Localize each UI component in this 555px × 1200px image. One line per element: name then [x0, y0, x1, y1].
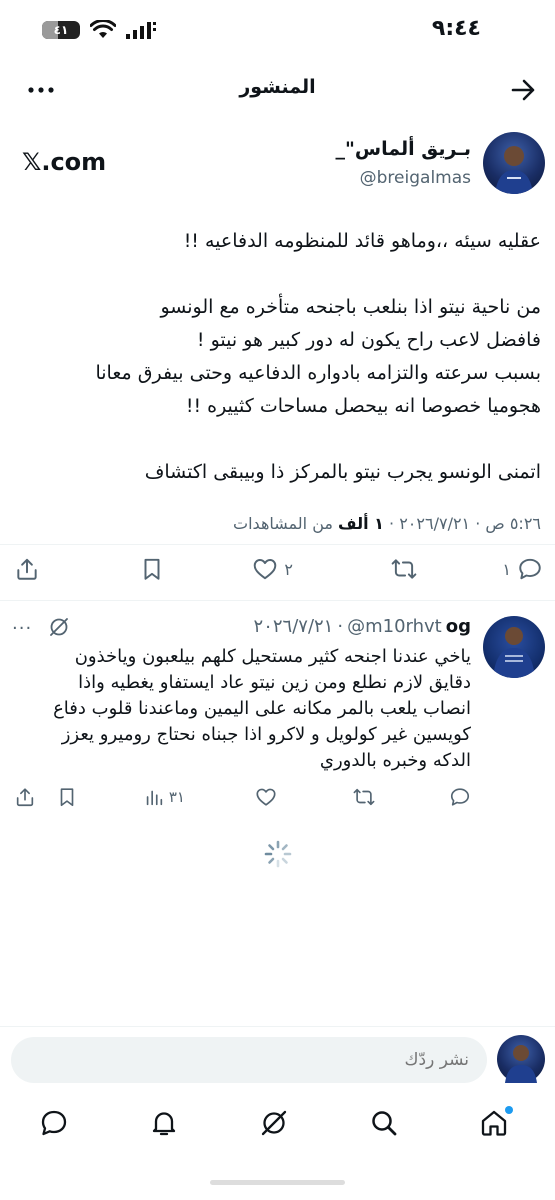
reply-bookmark-button[interactable]	[56, 786, 78, 808]
reply-line: انصاب يلعب بالمر مكانه على اليمين وماعند…	[53, 698, 471, 719]
reply-tweet[interactable]: ٢٠٢٦/٧/٢١ · @m10rhvt og ··· ياخي عندنا ا…	[0, 604, 555, 814]
bell-icon	[152, 1112, 176, 1136]
search-icon	[372, 1111, 397, 1136]
comment-icon	[450, 788, 470, 806]
nav-notifications[interactable]	[149, 1108, 183, 1142]
arrow-right-icon[interactable]	[509, 76, 537, 104]
divider	[0, 600, 555, 601]
message-icon	[41, 1110, 67, 1136]
reply-like-button[interactable]	[255, 786, 277, 808]
reply-input[interactable]	[11, 1037, 487, 1083]
reply-button[interactable]: ١	[502, 556, 543, 582]
tweet-line: اتمنى الونسو يجرب نيتو بالمركز ذا وبيبقى…	[144, 461, 541, 483]
like-button[interactable]: ٢	[252, 556, 293, 582]
source-link[interactable]: 𝕏.com	[22, 148, 106, 176]
tweet-line: من ناحية نيتو اذا بنلعب باجنحه متأخره مع…	[160, 296, 541, 318]
reply-views-button[interactable]: ٣١	[143, 786, 185, 808]
battery-icon: ٤١	[42, 21, 80, 39]
status-icons: ٤١	[42, 20, 156, 40]
reply-body: ياخي عندنا اجنحه كثير مستحيل كلهم بيلعبو…	[11, 644, 471, 774]
author-handle[interactable]: @breigalmas	[360, 168, 471, 188]
reply-actions: ٣١	[0, 786, 555, 814]
share-button[interactable]	[14, 556, 40, 582]
reply-reply-button[interactable]	[449, 786, 471, 808]
top-header: المنشور	[0, 62, 555, 118]
nav-messages[interactable]	[39, 1108, 73, 1142]
bookmark-icon	[60, 788, 74, 807]
grok-icon	[261, 1110, 287, 1136]
nav-home[interactable]	[479, 1106, 513, 1142]
author-name[interactable]: بـريق ألماس"_	[336, 138, 471, 160]
reply-share-button[interactable]	[14, 786, 36, 808]
avatar[interactable]	[483, 132, 545, 194]
share-icon	[16, 788, 34, 807]
signal-icon	[126, 22, 156, 39]
repost-icon	[391, 559, 417, 579]
reply-line: دقايق لازم نطلع ومن زين نيتو عاد ايستفاو…	[78, 672, 471, 693]
views-label: من المشاهدات	[233, 514, 333, 533]
nav-grok[interactable]	[259, 1108, 293, 1142]
reply-handle[interactable]: @m10rhvt	[347, 616, 442, 637]
status-bar: ٩:٤٤ ٤١	[0, 0, 555, 62]
avatar-figure-icon	[505, 1045, 537, 1083]
avatar[interactable]	[483, 616, 545, 678]
reply-line: ياخي عندنا اجنحه كثير مستحيل كلهم بيلعبو…	[74, 646, 471, 667]
tweet-actions: ١ ٢	[0, 556, 555, 590]
wifi-icon	[90, 20, 116, 38]
more-dots-icon[interactable]: ···	[12, 618, 32, 639]
tweet-line: عقليه سيئه ،،وماهو قائد للمنظومه الدفاعي…	[183, 230, 541, 252]
bottom-nav	[0, 1100, 555, 1150]
tweet-line: هجوميا خصوصا انه بيحصل مساحات كثييره !!	[185, 395, 541, 417]
status-time: ٩:٤٤	[431, 16, 481, 41]
reply-count: ١	[502, 559, 511, 579]
reply-views-count: ٣١	[168, 788, 185, 806]
page-title: المنشور	[239, 76, 316, 98]
bookmark-icon	[144, 558, 160, 580]
tweet-body: عقليه سيئه ،،وماهو قائد للمنظومه الدفاعي…	[13, 225, 541, 489]
repost-button[interactable]	[391, 556, 417, 582]
tweet-line-gap	[13, 423, 541, 456]
avatar[interactable]	[497, 1035, 545, 1083]
reply-header: ٢٠٢٦/٧/٢١ · @m10rhvt og	[254, 616, 471, 637]
reply-name[interactable]: og	[446, 616, 471, 637]
tweet-author: بـريق ألماس"_ @breigalmas 𝕏.com	[0, 130, 555, 198]
bookmark-button[interactable]	[139, 556, 165, 582]
avatar-figure-icon	[493, 627, 535, 678]
home-icon	[481, 1110, 507, 1136]
compose-bar	[0, 1026, 555, 1092]
notification-dot	[505, 1106, 513, 1114]
bar-chart-icon	[146, 790, 163, 806]
share-icon	[17, 558, 37, 580]
reply-separator: ·	[337, 616, 344, 637]
tweet-timestamp[interactable]: ٥:٢٦ ص · ٢٠٢٦/٧/٢١ ·	[389, 514, 541, 533]
divider	[0, 544, 555, 545]
comment-icon	[519, 558, 541, 580]
avatar-figure-icon	[495, 146, 533, 194]
reply-line: كويسين غير كولويل و لاكرو اذا جبناه نحتا…	[61, 724, 471, 745]
tweet-meta: ٥:٢٦ ص · ٢٠٢٦/٧/٢١ · ١ ألف من المشاهدات	[233, 514, 541, 533]
grok-icon[interactable]	[48, 616, 70, 638]
like-count: ٢	[284, 559, 293, 579]
reply-repost-button[interactable]	[353, 786, 375, 808]
heart-icon	[254, 559, 277, 580]
views-count: ١ ألف	[338, 514, 384, 533]
tweet-line: بسبب سرعته والتزامه بادواره الدفاعيه وحت…	[95, 362, 541, 384]
reply-date[interactable]: ٢٠٢٦/٧/٢١	[254, 616, 334, 637]
home-indicator	[210, 1180, 345, 1185]
tweet-line: فافضل لاعب راح يكون له دور كبير هو نيتو …	[196, 329, 541, 351]
reply-line: الدكه وخبره بالدوري	[319, 750, 471, 771]
repost-icon	[353, 788, 375, 806]
heart-icon	[256, 788, 276, 806]
battery-label: ٤١	[53, 23, 69, 37]
tweet-line-gap	[13, 258, 541, 291]
loading-spinner-icon	[264, 840, 292, 868]
nav-search[interactable]	[369, 1108, 403, 1142]
